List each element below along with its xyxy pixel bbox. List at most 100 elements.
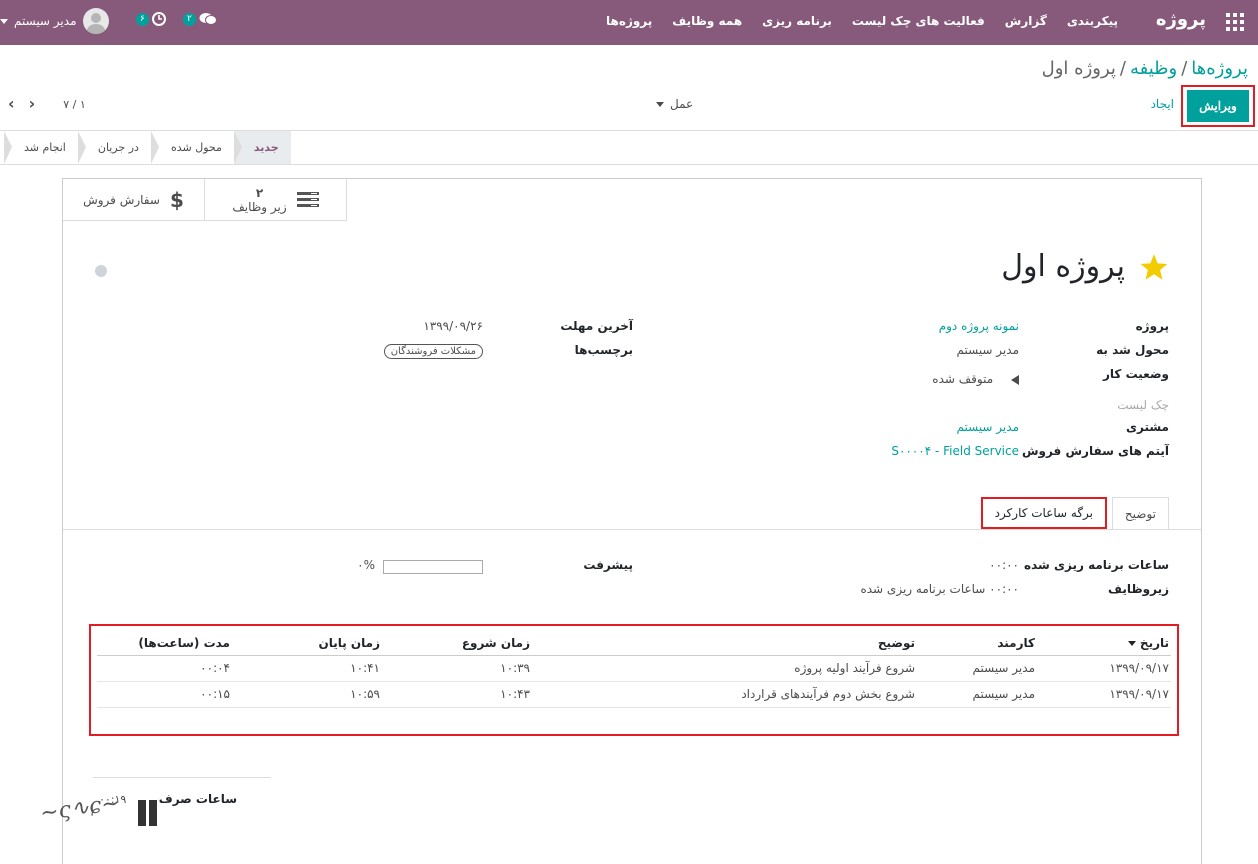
menu-item-configuration[interactable]: پیکربندی [1067,14,1118,28]
subtasks-label: زیر وظایف [232,200,287,214]
project-value[interactable]: نمونه پروژه دوم [939,319,1019,333]
tags-field[interactable]: مشکلات فروشندگان [383,343,483,359]
sort-desc-icon [1127,640,1136,646]
planned-hours-label: ساعات برنامه ریزی شده [1024,558,1169,572]
sale-item-value[interactable]: S۰۰۰۰۴ - Field Service [891,444,1019,458]
menu-item-checklist-activities[interactable]: فعالیت های چک لیست [852,14,985,28]
kanban-state-indicator[interactable] [95,265,107,277]
action-menu[interactable]: عمل [656,97,693,111]
deadline-label: آخرین مهلت [560,319,633,333]
breadcrumb-task[interactable]: وظیفه [1130,58,1177,79]
chat-icon [199,13,217,25]
assigned-label: محول شد به [1096,343,1169,357]
tab-timesheets[interactable]: برگه ساعات کارکرد [980,497,1107,529]
timesheet-summary-left: پیشرفت ۰% [357,558,633,582]
edit-button[interactable]: ویرایش [1187,90,1249,122]
column-duration[interactable]: مدت (ساعت‌ها) [97,631,232,656]
edit-button-highlight: ویرایش [1181,85,1255,127]
timesheet-table: تاریخ کارمند توضیح زمان شروع زمان پایان … [97,631,1171,708]
main-menu: پروژه‌ها همه وظایف برنامه ریزی فعالیت ها… [606,14,1118,28]
deadline-value[interactable]: ۱۳۹۹/۰۹/۲۶ [423,319,483,333]
column-date[interactable]: تاریخ [1037,631,1171,656]
breadcrumb-projects[interactable]: پروژه‌ها [1191,58,1248,79]
breadcrumb: پروژه‌ها/وظیفه/پروژه اول [1042,58,1248,79]
messages-count-badge: ۲ [183,12,196,26]
progress-value: ۰% [357,558,375,572]
pager-next-icon[interactable]: › [29,96,36,112]
breadcrumb-separator: / [1119,58,1126,79]
timesheet-summary-right: ساعات برنامه ریزی شده ۰۰:۰۰ زیروظایف ۰۰:… [829,558,1169,606]
form-sheet: $ سفارش فروش ۲ زیر وظایف پروژه اول پروژه… [62,178,1202,864]
timesheet-table-highlight: تاریخ کارمند توضیح زمان شروع زمان پایان … [89,624,1179,736]
row-date: ۱۳۹۹/۰۹/۱۷ [1037,655,1171,682]
user-menu-caret-icon [0,18,8,24]
row-end-time: ۱۰:۵۹ [232,681,382,708]
column-start-time[interactable]: زمان شروع [382,631,532,656]
activities-systray[interactable]: ۶ [136,12,166,26]
app-brand: پروژه [1155,9,1206,30]
status-value: متوقف شده [932,372,994,386]
top-navbar: پروژه پروژه‌ها همه وظایف برنامه ریزی فعا… [0,0,1258,45]
smart-buttons: $ سفارش فروش ۲ زیر وظایف [63,179,347,221]
column-end-time[interactable]: زمان پایان [232,631,382,656]
breadcrumb-separator: / [1181,58,1188,79]
menu-item-all-tasks[interactable]: همه وظایف [672,14,742,28]
clock-icon [151,12,166,26]
subtasks-hours-value: ۰۰:۰۰ ساعات برنامه ریزی شده [860,582,1019,596]
tasks-list-icon [296,192,319,207]
sales-order-button[interactable]: $ سفارش فروش [63,179,205,221]
column-description[interactable]: توضیح [532,631,917,656]
table-row[interactable]: ۱۳۹۹/۰۹/۱۷ مدیر سیستم شروع فرآیند اولیه … [97,655,1171,682]
stage-new[interactable]: جدید [233,131,291,164]
create-button[interactable]: ایجاد [1151,97,1174,111]
tabs-divider [63,529,1201,530]
status-value-wrap[interactable]: متوقف شده [932,372,1019,386]
row-start-time: ۱۰:۴۳ [382,681,532,708]
stage-done[interactable]: انجام شد [4,131,78,164]
row-start-time: ۱۰:۳۹ [382,655,532,682]
stage-assigned[interactable]: محول شده [150,131,234,164]
row-date: ۱۳۹۹/۰۹/۱۷ [1037,681,1171,708]
pager-previous-icon[interactable]: ‹ [8,96,15,112]
stage-in-progress[interactable]: در جریان [77,131,151,164]
status-bar: جدید محول شده در جریان انجام شد [0,130,1258,165]
menu-item-reporting[interactable]: گزارش [1005,14,1047,28]
messages-systray[interactable]: ۲ [183,12,217,26]
stage-list: جدید محول شده در جریان انجام شد [4,131,291,164]
progress-label: پیشرفت [583,558,633,572]
user-name: مدیر سیستم [14,14,77,28]
action-menu-label: عمل [670,97,694,111]
table-header-row: تاریخ کارمند توضیح زمان شروع زمان پایان … [97,631,1171,656]
star-priority-icon[interactable] [1139,253,1169,281]
checklist-label: چک لیست [1117,398,1169,412]
apps-menu-icon[interactable] [1226,13,1244,31]
tab-description[interactable]: توضیح [1111,497,1169,530]
subtasks-count: ۲ [255,186,264,200]
activities-count-badge: ۶ [136,12,149,26]
customer-value[interactable]: مدیر سیستم [957,420,1020,434]
row-description: شروع بخش دوم فرآیندهای قرارداد [532,681,917,708]
user-menu[interactable]: مدیر سیستم [0,8,109,34]
task-title[interactable]: پروژه اول [1001,249,1125,284]
row-employee: مدیر سیستم [917,655,1037,682]
planned-hours-value[interactable]: ۰۰:۰۰ [989,558,1019,572]
menu-item-planning[interactable]: برنامه ریزی [762,14,832,28]
task-fields-right: پروژه نمونه پروژه دوم محول شد به مدیر سی… [829,319,1169,468]
play-icon [1011,374,1019,385]
progress-bar [383,560,483,574]
logo-mark-icon [138,800,158,826]
row-description: شروع فرآیند اولیه پروژه [532,655,917,682]
table-row[interactable]: ۱۳۹۹/۰۹/۱۷ مدیر سیستم شروع بخش دوم فرآین… [97,681,1171,708]
logo-script-icon: ~ς∿ɕ~ [38,790,122,827]
sales-order-label: سفارش فروش [83,193,160,207]
pager: ‹ › ۱ / ۷ [8,96,86,112]
subtasks-button[interactable]: ۲ زیر وظایف [205,179,347,221]
dollar-icon: $ [170,189,184,211]
status-label: وضعیت کار [1103,367,1169,381]
column-employee[interactable]: کارمند [917,631,1037,656]
menu-item-projects[interactable]: پروژه‌ها [606,14,652,28]
watermark-logo: ~ς∿ɕ~ [39,788,270,848]
assigned-value[interactable]: مدیر سیستم [957,343,1020,357]
pager-value[interactable]: ۱ / ۷ [63,98,86,111]
row-duration: ۰۰:۰۴ [97,655,232,682]
